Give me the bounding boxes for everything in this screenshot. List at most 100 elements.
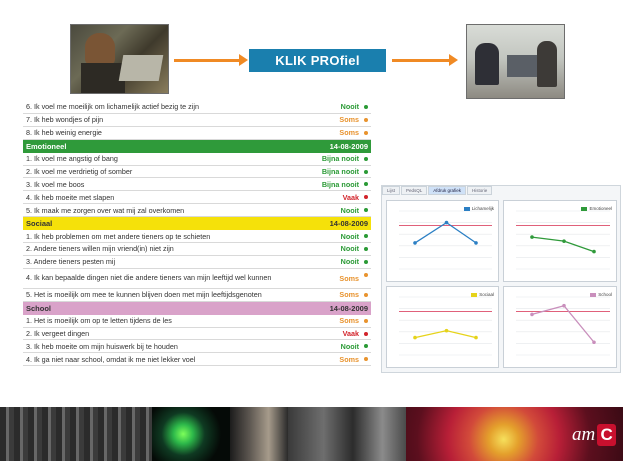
question-row[interactable]: 6. Ik voel me moeilijk om lichamelijk ac… bbox=[23, 101, 371, 114]
answer-value: Vaak bbox=[342, 329, 359, 339]
mini-chart-sociaal: Sociaal bbox=[386, 286, 499, 368]
footer-photo-lecture-hall bbox=[0, 407, 152, 461]
question-row[interactable]: 4. Ik heb moeite met slapen Vaak bbox=[23, 191, 371, 205]
answer-indicator-dot bbox=[364, 331, 368, 336]
question-text: 1. Ik voel me angstig of bang bbox=[26, 154, 118, 164]
answer-value: Nooit bbox=[340, 102, 359, 112]
section-header-sociaal: Sociaal 14-08-2009 bbox=[23, 217, 371, 231]
question-text: 5. Ik maak me zorgen over wat mij zal ov… bbox=[26, 205, 185, 215]
answer-indicator-dot bbox=[364, 272, 368, 277]
question-row[interactable]: 8. Ik heb weinig energie Soms bbox=[23, 127, 371, 140]
amc-logo: am C bbox=[572, 419, 616, 451]
question-row[interactable]: 4. Ik kan bepaalde dingen niet die ander… bbox=[23, 269, 371, 289]
question-text: 3. Andere tieners pesten mij bbox=[26, 257, 116, 267]
question-row[interactable]: 4. Ik ga niet naar school, omdat ik me n… bbox=[23, 353, 371, 367]
answer-value: Bijna nooit bbox=[321, 154, 359, 164]
answer-indicator-dot bbox=[364, 105, 368, 109]
chart-tab-3[interactable]: Historie bbox=[467, 186, 493, 195]
answer-indicator-dot bbox=[364, 318, 368, 323]
series-point bbox=[413, 241, 417, 245]
question-text: 7. Ik heb wondjes of pijn bbox=[26, 115, 104, 125]
question-text: 2. Ik vergeet dingen bbox=[26, 329, 90, 339]
question-row[interactable]: 7. Ik heb wondjes of pijn Soms bbox=[23, 114, 371, 127]
arrow-right-2 bbox=[392, 54, 458, 66]
legend-label: Sociaal bbox=[479, 292, 494, 297]
chart-tab-1[interactable]: PedsQL bbox=[401, 186, 428, 195]
answer-value: Nooit bbox=[340, 205, 359, 215]
question-row[interactable]: 2. Ik vergeet dingen Vaak bbox=[23, 328, 371, 341]
answer-value: Soms bbox=[339, 115, 359, 125]
answer-indicator-dot bbox=[364, 259, 368, 264]
question-text: 4. Ik heb moeite met slapen bbox=[26, 192, 115, 202]
question-row[interactable]: 5. Het is moeilijk om mee te kunnen blij… bbox=[23, 289, 371, 302]
section-date: 14-08-2009 bbox=[329, 219, 368, 229]
question-row[interactable]: 5. Ik maak me zorgen over wat mij zal ov… bbox=[23, 204, 371, 218]
series-line bbox=[531, 236, 595, 253]
chart-tabs: Lijst PedsQL Afdruk grafiek Historie bbox=[382, 186, 493, 195]
question-row[interactable]: 2. Andere tieners willen mijn vriend(in)… bbox=[23, 243, 371, 256]
legend-label: Emotioneel bbox=[589, 206, 612, 211]
question-row[interactable]: 3. Andere tieners pesten mij Nooit bbox=[23, 256, 371, 269]
answer-indicator-dot bbox=[364, 130, 368, 135]
answer-value: Soms bbox=[339, 354, 359, 364]
legend-swatch bbox=[581, 206, 588, 211]
mini-chart-school: School bbox=[503, 286, 617, 368]
section-header-emotioneel: Emotioneel 14-08-2009 bbox=[23, 139, 371, 153]
question-row[interactable]: 2. Ik voel me verdrietig of somber Bijna … bbox=[23, 166, 371, 179]
mini-chart-svg bbox=[399, 210, 492, 270]
series-point bbox=[530, 235, 534, 239]
mini-chart-svg bbox=[516, 296, 610, 356]
answer-value: Nooit bbox=[340, 257, 359, 267]
amc-logo-text: am bbox=[572, 424, 596, 445]
question-text: 3. Ik heb moeite om mijn huiswerk bij te… bbox=[26, 341, 178, 351]
question-row[interactable]: 1. Ik voel me angstig of bang Bijna nooit bbox=[23, 153, 371, 166]
answer-value: Vaak bbox=[342, 192, 359, 202]
series-point bbox=[444, 328, 449, 333]
footer-photo-brain-scan bbox=[152, 407, 230, 461]
mini-chart-svg bbox=[516, 210, 610, 270]
answer-value: Soms bbox=[339, 316, 359, 326]
question-text: 1. Ik heb problemen om met andere tiener… bbox=[26, 231, 211, 241]
mini-chart-lichamelijk: Lichamelijk bbox=[386, 200, 499, 282]
answer-indicator-dot bbox=[364, 292, 368, 297]
series-point bbox=[444, 220, 449, 225]
chart-tab-2[interactable]: Afdruk grafiek bbox=[428, 186, 467, 195]
answer-value: Nooit bbox=[340, 244, 359, 254]
footer-photo-portrait bbox=[230, 407, 288, 461]
footer-photo-surgeons bbox=[288, 407, 406, 461]
answer-indicator-dot bbox=[364, 156, 368, 161]
series-point bbox=[474, 241, 478, 245]
chart-legend: Emotioneel bbox=[581, 206, 612, 211]
chart-legend: Lichamelijk bbox=[463, 206, 494, 211]
chart-legend: Sociaal bbox=[471, 292, 494, 297]
series-point bbox=[530, 312, 534, 317]
klik-profiel-button[interactable]: KLIK PROfiel bbox=[249, 49, 386, 72]
questionnaire-list: 6. Ik voel me moeilijk om lichamelijk ac… bbox=[23, 101, 371, 367]
amc-logo-mark: C bbox=[597, 424, 616, 446]
legend-swatch bbox=[590, 292, 597, 297]
series-point bbox=[474, 335, 478, 340]
answer-value: Bijna nooit bbox=[321, 167, 359, 176]
photo-consultation bbox=[466, 24, 565, 99]
answer-indicator-dot bbox=[364, 169, 368, 174]
photo-patient-laptop bbox=[70, 24, 169, 94]
question-row[interactable]: 1. Ik heb problemen om met andere tiener… bbox=[23, 230, 371, 244]
mini-chart-svg bbox=[399, 296, 492, 356]
question-text: 3. Ik voel me boos bbox=[26, 179, 85, 189]
chart-legend: School bbox=[590, 292, 612, 297]
series-point bbox=[592, 249, 596, 254]
section-date: 14-08-2009 bbox=[329, 303, 368, 313]
question-text: 6. Ik voel me moeilijk om lichamelijk ac… bbox=[26, 102, 199, 112]
answer-value: Soms bbox=[339, 273, 359, 283]
chart-tab-0[interactable]: Lijst bbox=[382, 186, 401, 195]
question-row[interactable]: 3. Ik voel me boos Bijna nooit bbox=[23, 178, 371, 192]
answer-indicator-dot bbox=[364, 117, 368, 122]
answer-value: Nooit bbox=[340, 341, 359, 351]
question-row[interactable]: 3. Ik heb moeite om mijn huiswerk bij te… bbox=[23, 340, 371, 354]
section-name: School bbox=[26, 303, 52, 313]
series-point bbox=[562, 303, 566, 308]
question-text: 2. Ik voel me verdrietig of somber bbox=[26, 167, 133, 176]
question-row[interactable]: 1. Het is moeilijk om op te letten tijde… bbox=[23, 315, 371, 328]
question-text: 2. Andere tieners willen mijn vriend(in)… bbox=[26, 244, 174, 254]
legend-label: School bbox=[598, 292, 612, 297]
